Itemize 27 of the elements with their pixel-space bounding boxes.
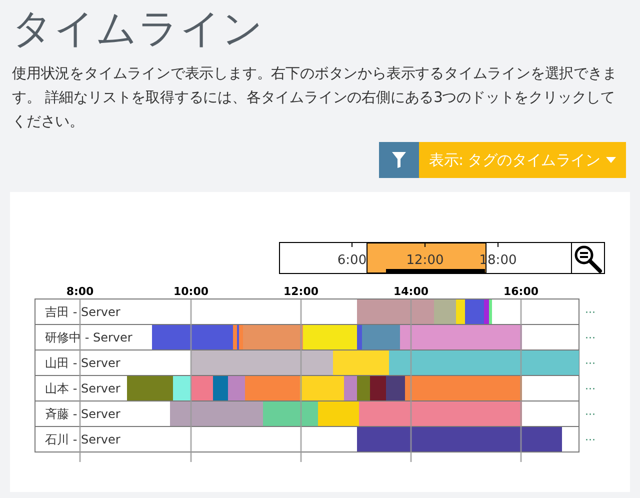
navigator-tick-label: 12:00 [406, 253, 444, 268]
hour-label: 10:00 [174, 285, 208, 298]
row-label: 斉藤 - Server [45, 407, 120, 421]
row-label: 山本 - Server [45, 382, 120, 396]
zoom-out-button[interactable] [571, 242, 605, 274]
hour-label: 12:00 [284, 285, 318, 298]
hour-label: 14:00 [394, 285, 428, 298]
more-button[interactable]: ··· [585, 306, 596, 319]
more-button[interactable]: ··· [585, 434, 596, 446]
row-label: 石川 - Server [45, 432, 120, 446]
hour-label: 16:00 [504, 285, 538, 298]
row-label: 吉田 - Server [45, 305, 120, 319]
more-button[interactable]: ··· [585, 357, 596, 370]
caret-icon [606, 157, 616, 163]
zoom-out-icon [574, 246, 602, 273]
row-label: 山田 - Server [45, 356, 120, 370]
more-button[interactable]: ··· [585, 382, 596, 396]
page-title: タイムライン [12, 5, 265, 54]
more-button[interactable]: ··· [585, 408, 596, 421]
filter-icon [392, 152, 406, 168]
row-label: 研修中 - Server [45, 330, 132, 344]
description: 使用状況をタイムラインで表示します。右下のボタンから表示するタイムラインを選択できます。 詳細なリストを取得するには、各タイムラインの右側にある3つのドットをクリックしてください。 [12, 65, 618, 132]
navigator-tick-label: 6:00 [337, 253, 367, 268]
filter-button[interactable] [379, 142, 420, 178]
time-navigator[interactable] [279, 242, 572, 274]
hour-label: 8:00 [66, 285, 94, 298]
more-button[interactable]: ··· [585, 332, 596, 344]
